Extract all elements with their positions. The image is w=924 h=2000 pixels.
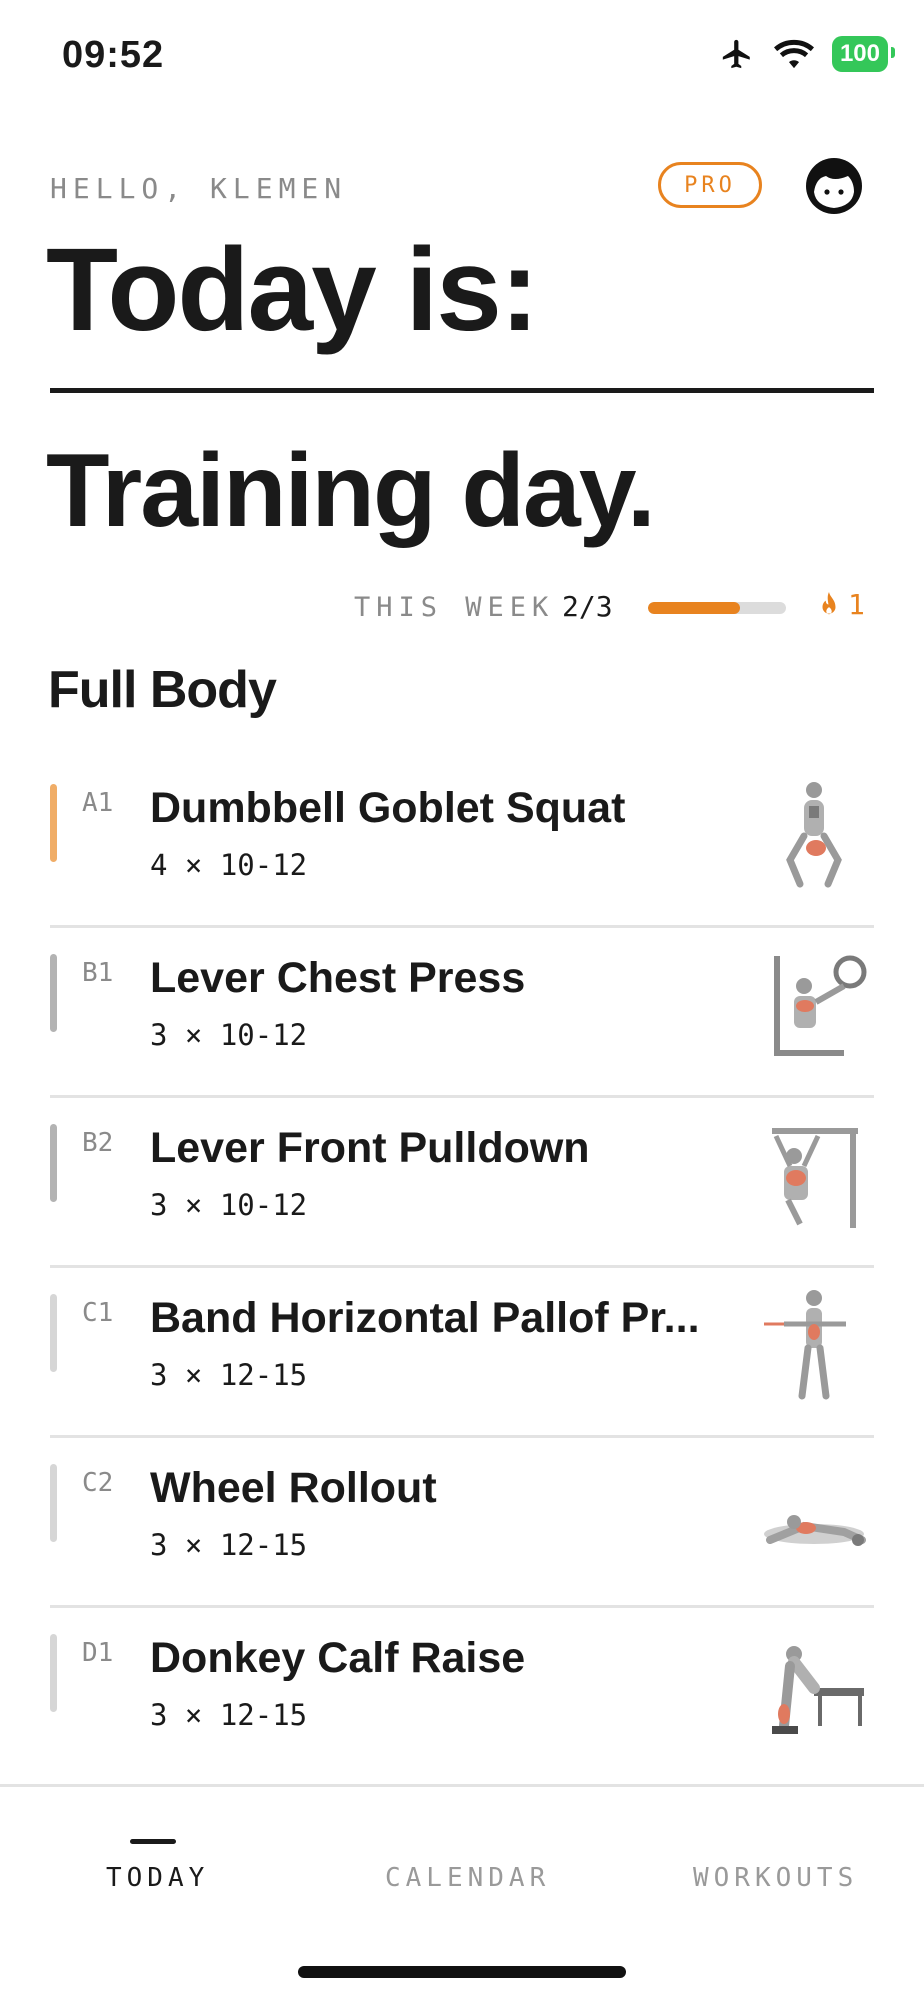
exercise-code: A1 <box>82 788 114 818</box>
exercise-status-bar <box>50 1634 57 1712</box>
streak-counter: 1 <box>818 588 865 621</box>
chest-press-figure-icon <box>774 955 867 1056</box>
exercise-row-a1[interactable]: A1 Dumbbell Goblet Squat 4 × 10-12 <box>50 758 874 928</box>
status-bar: 09:52 100 <box>0 0 924 110</box>
exercise-code: B2 <box>82 1128 114 1158</box>
greeting-text: HELLO, KLEMEN <box>50 172 348 205</box>
exercise-sets: 3 × 12-15 <box>150 1698 308 1732</box>
exercise-code: C1 <box>82 1298 114 1328</box>
tab-workouts[interactable]: WORKOUTS <box>693 1863 858 1893</box>
week-count: 2/3 <box>562 590 613 623</box>
exercise-code: D1 <box>82 1638 114 1668</box>
exercise-sets: 4 × 10-12 <box>150 848 308 882</box>
goblet-squat-figure-icon <box>786 782 842 888</box>
exercise-name: Lever Front Pulldown <box>150 1124 590 1172</box>
status-icons: 100 <box>718 36 896 72</box>
status-time: 09:52 <box>62 34 165 76</box>
exercise-row-c1[interactable]: C1 Band Horizontal Pallof Pr... 3 × 12-1… <box>50 1268 874 1438</box>
exercise-sets: 3 × 10-12 <box>150 1018 308 1052</box>
workout-title: Full Body <box>48 661 277 719</box>
profile-avatar-icon[interactable] <box>804 156 864 216</box>
active-tab-indicator <box>130 1839 176 1844</box>
home-indicator <box>298 1966 626 1978</box>
day-type-title: Training day. <box>46 433 656 549</box>
flame-icon <box>822 591 836 614</box>
exercise-name: Dumbbell Goblet Squat <box>150 784 626 832</box>
pallof-press-figure-icon <box>764 1290 846 1400</box>
exercise-name: Wheel Rollout <box>150 1464 437 1512</box>
exercise-row-c2[interactable]: C2 Wheel Rollout 3 × 12-15 <box>50 1438 874 1608</box>
exercise-row-b2[interactable]: B2 Lever Front Pulldown 3 × 10-12 <box>50 1098 874 1268</box>
page-title: Today is: <box>46 224 539 356</box>
exercise-code: B1 <box>82 958 114 988</box>
exercise-status-bar <box>50 784 57 862</box>
exercise-sets: 3 × 10-12 <box>150 1188 308 1222</box>
week-label: THIS WEEK <box>354 592 555 623</box>
tab-calendar[interactable]: CALENDAR <box>385 1863 550 1893</box>
calf-raise-figure-icon <box>772 1646 864 1734</box>
exercise-row-d1[interactable]: D1 Donkey Calf Raise 3 × 12-15 <box>50 1608 874 1778</box>
wheel-rollout-figure-icon <box>764 1515 866 1546</box>
pulldown-figure-icon <box>772 1128 858 1228</box>
exercise-sets: 3 × 12-15 <box>150 1358 308 1392</box>
airplane-mode-icon <box>722 39 750 69</box>
exercise-status-bar <box>50 954 57 1032</box>
battery-indicator: 100 <box>831 36 896 72</box>
exercise-status-bar <box>50 1464 57 1542</box>
streak-count: 1 <box>848 588 865 621</box>
exercise-status-bar <box>50 1124 57 1202</box>
exercise-code: C2 <box>82 1468 114 1498</box>
week-progress-bar <box>648 602 786 614</box>
exercise-name: Donkey Calf Raise <box>150 1634 526 1682</box>
title-divider <box>50 388 874 393</box>
exercise-sets: 3 × 12-15 <box>150 1528 308 1562</box>
exercise-name: Lever Chest Press <box>150 954 526 1002</box>
exercise-name: Band Horizontal Pallof Pr... <box>150 1294 700 1342</box>
tab-today[interactable]: TODAY <box>106 1863 209 1893</box>
wifi-icon <box>773 39 814 69</box>
exercise-row-b1[interactable]: B1 Lever Chest Press 3 × 10-12 <box>50 928 874 1098</box>
exercise-list: A1 Dumbbell Goblet Squat 4 × 10-12 B1 Le… <box>50 758 874 1778</box>
pro-badge-button[interactable]: PRO <box>658 162 762 208</box>
week-progress: THIS WEEK 2/3 1 <box>0 588 924 628</box>
exercise-status-bar <box>50 1294 57 1372</box>
week-progress-fill <box>648 602 741 614</box>
